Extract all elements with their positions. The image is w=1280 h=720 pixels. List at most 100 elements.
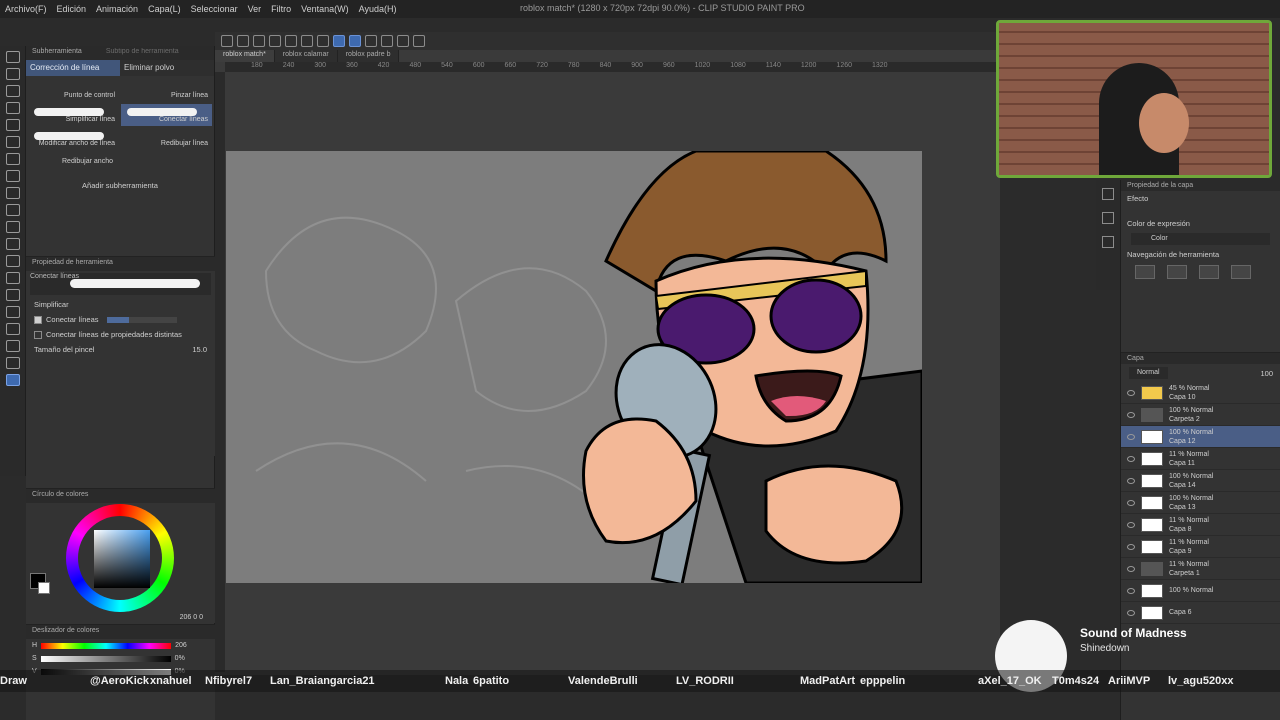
- tab-remove-dust[interactable]: Eliminar polvo: [120, 60, 214, 76]
- subtool-pinch-line[interactable]: Pinzar línea: [121, 80, 212, 102]
- eye-icon[interactable]: [1127, 477, 1135, 484]
- figure-tool-icon[interactable]: [5, 289, 20, 301]
- grid-icon[interactable]: [365, 35, 377, 47]
- menu-capa[interactable]: Capa(L): [143, 4, 186, 14]
- clear-icon[interactable]: [301, 35, 313, 47]
- layer-opacity-value[interactable]: 100: [1260, 369, 1273, 378]
- undo-icon[interactable]: [269, 35, 281, 47]
- text-tool-icon[interactable]: [5, 340, 20, 352]
- menu-ver[interactable]: Ver: [243, 4, 267, 14]
- menu-seleccionar[interactable]: Seleccionar: [186, 4, 243, 14]
- subtool-redraw-width[interactable]: Redibujar ancho: [26, 154, 214, 169]
- nav-icon-1[interactable]: [1135, 265, 1155, 279]
- navigator-icon[interactable]: [1102, 236, 1114, 248]
- pencil-tool-icon[interactable]: [5, 170, 20, 182]
- nav-icon-2[interactable]: [1167, 265, 1187, 279]
- auto-select-tool-icon[interactable]: [5, 119, 20, 131]
- menu-ventana[interactable]: Ventana(W): [296, 4, 354, 14]
- search-layer-icon[interactable]: [1102, 212, 1114, 224]
- eye-icon[interactable]: [1127, 521, 1135, 528]
- eye-icon[interactable]: [1127, 433, 1135, 440]
- deselect-icon[interactable]: [397, 35, 409, 47]
- tab-line-correction[interactable]: Corrección de línea: [26, 60, 120, 76]
- connect-lines-checkbox[interactable]: [34, 315, 42, 324]
- expression-color-dropdown[interactable]: Color: [1131, 233, 1270, 245]
- transform-icon[interactable]: [317, 35, 329, 47]
- subtool-control-point[interactable]: Punto de control: [28, 80, 119, 102]
- subtool-redraw-line[interactable]: Redibujar línea: [121, 128, 212, 150]
- hue-slider[interactable]: [41, 642, 172, 649]
- eye-icon[interactable]: [1127, 565, 1135, 572]
- menu-edicion[interactable]: Edición: [52, 4, 92, 14]
- nav-icon-4[interactable]: [1231, 265, 1251, 279]
- frame-tool-icon[interactable]: [5, 306, 20, 318]
- blend-mode-dropdown[interactable]: Normal: [1129, 367, 1168, 379]
- layer-row[interactable]: 11 % Normal Capa 8: [1121, 514, 1280, 536]
- tab-subtool[interactable]: Subherramienta: [32, 48, 82, 58]
- menu-archivo[interactable]: Archivo(F): [0, 4, 52, 14]
- layer-row[interactable]: 45 % Normal Capa 10: [1121, 382, 1280, 404]
- eye-icon[interactable]: [1127, 587, 1135, 594]
- menu-filtro[interactable]: Filtro: [266, 4, 296, 14]
- sub-color-swatch[interactable]: [38, 582, 50, 594]
- prop-simplify[interactable]: Simplificar: [26, 297, 215, 312]
- balloon-tool-icon[interactable]: [5, 357, 20, 369]
- layer-row[interactable]: 11 % Normal Capa 9: [1121, 536, 1280, 558]
- eye-icon[interactable]: [1127, 411, 1135, 418]
- save-icon[interactable]: [253, 35, 265, 47]
- operation-tool-icon[interactable]: [5, 85, 20, 97]
- connect-different-checkbox[interactable]: [34, 330, 42, 339]
- eye-icon[interactable]: [1127, 543, 1135, 550]
- eye-icon[interactable]: [1127, 499, 1135, 506]
- tab-roblox-match[interactable]: roblox match*: [215, 50, 275, 62]
- redo-icon[interactable]: [285, 35, 297, 47]
- ruler-tool-icon[interactable]: [5, 323, 20, 335]
- tab-subtool-type[interactable]: Subtipo de herramienta: [106, 48, 179, 58]
- select-all-icon[interactable]: [381, 35, 393, 47]
- layer-row[interactable]: 100 % Normal Carpeta 2: [1121, 404, 1280, 426]
- move-tool-icon[interactable]: [5, 68, 20, 80]
- layer-property-icon[interactable]: [1102, 188, 1114, 200]
- layer-row[interactable]: 100 % Normal Capa 14: [1121, 470, 1280, 492]
- hue-ring[interactable]: [66, 504, 174, 612]
- eyedropper-tool-icon[interactable]: [5, 136, 20, 148]
- subtool-simplify-line[interactable]: Simplificar línea: [28, 104, 119, 126]
- layer-row[interactable]: 100 % Normal Capa 13: [1121, 492, 1280, 514]
- prop-connect-lines[interactable]: Conectar líneas: [26, 312, 215, 327]
- add-subtool-button[interactable]: Añadir subherramienta: [26, 181, 214, 190]
- gradient-tool-icon[interactable]: [5, 272, 20, 284]
- pen-tool-icon[interactable]: [5, 153, 20, 165]
- new-file-icon[interactable]: [221, 35, 233, 47]
- snap-ruler-icon[interactable]: [333, 35, 345, 47]
- nav-icon-3[interactable]: [1199, 265, 1219, 279]
- lasso-tool-icon[interactable]: [5, 102, 20, 114]
- layer-row[interactable]: 100 % Normal: [1121, 580, 1280, 602]
- blend-tool-icon[interactable]: [5, 238, 20, 250]
- prop-connect-different[interactable]: Conectar líneas de propiedades distintas: [26, 327, 215, 342]
- open-file-icon[interactable]: [237, 35, 249, 47]
- snap-special-icon[interactable]: [349, 35, 361, 47]
- brush-tool-icon[interactable]: [5, 187, 20, 199]
- layer-row[interactable]: 100 % Normal Capa 12: [1121, 426, 1280, 448]
- prop-brush-size[interactable]: Tamaño del pincel 15.0: [26, 342, 215, 357]
- zoom-tool-icon[interactable]: [5, 51, 20, 63]
- eye-icon[interactable]: [1127, 389, 1135, 396]
- menu-ayuda[interactable]: Ayuda(H): [354, 4, 402, 14]
- menu-animacion[interactable]: Animación: [91, 4, 143, 14]
- airbrush-tool-icon[interactable]: [5, 204, 20, 216]
- saturation-value-square[interactable]: [94, 530, 150, 588]
- drawing-canvas[interactable]: [226, 151, 922, 583]
- fill-tool-icon[interactable]: [5, 255, 20, 267]
- subtool-modify-width[interactable]: Modificar ancho de línea: [28, 128, 119, 150]
- line-correction-tool-icon[interactable]: [5, 374, 20, 386]
- connect-lines-slider[interactable]: [106, 316, 177, 323]
- tab-roblox-calamar[interactable]: roblox calamar: [274, 50, 338, 62]
- brush-size-value[interactable]: 15.0: [192, 345, 207, 354]
- eye-icon[interactable]: [1127, 609, 1135, 616]
- subtool-connect-lines[interactable]: Conectar líneas: [121, 104, 212, 126]
- invert-selection-icon[interactable]: [413, 35, 425, 47]
- tab-roblox-padre[interactable]: roblox padre b: [337, 50, 400, 62]
- eraser-tool-icon[interactable]: [5, 221, 20, 233]
- eye-icon[interactable]: [1127, 455, 1135, 462]
- layer-row[interactable]: 11 % Normal Capa 11: [1121, 448, 1280, 470]
